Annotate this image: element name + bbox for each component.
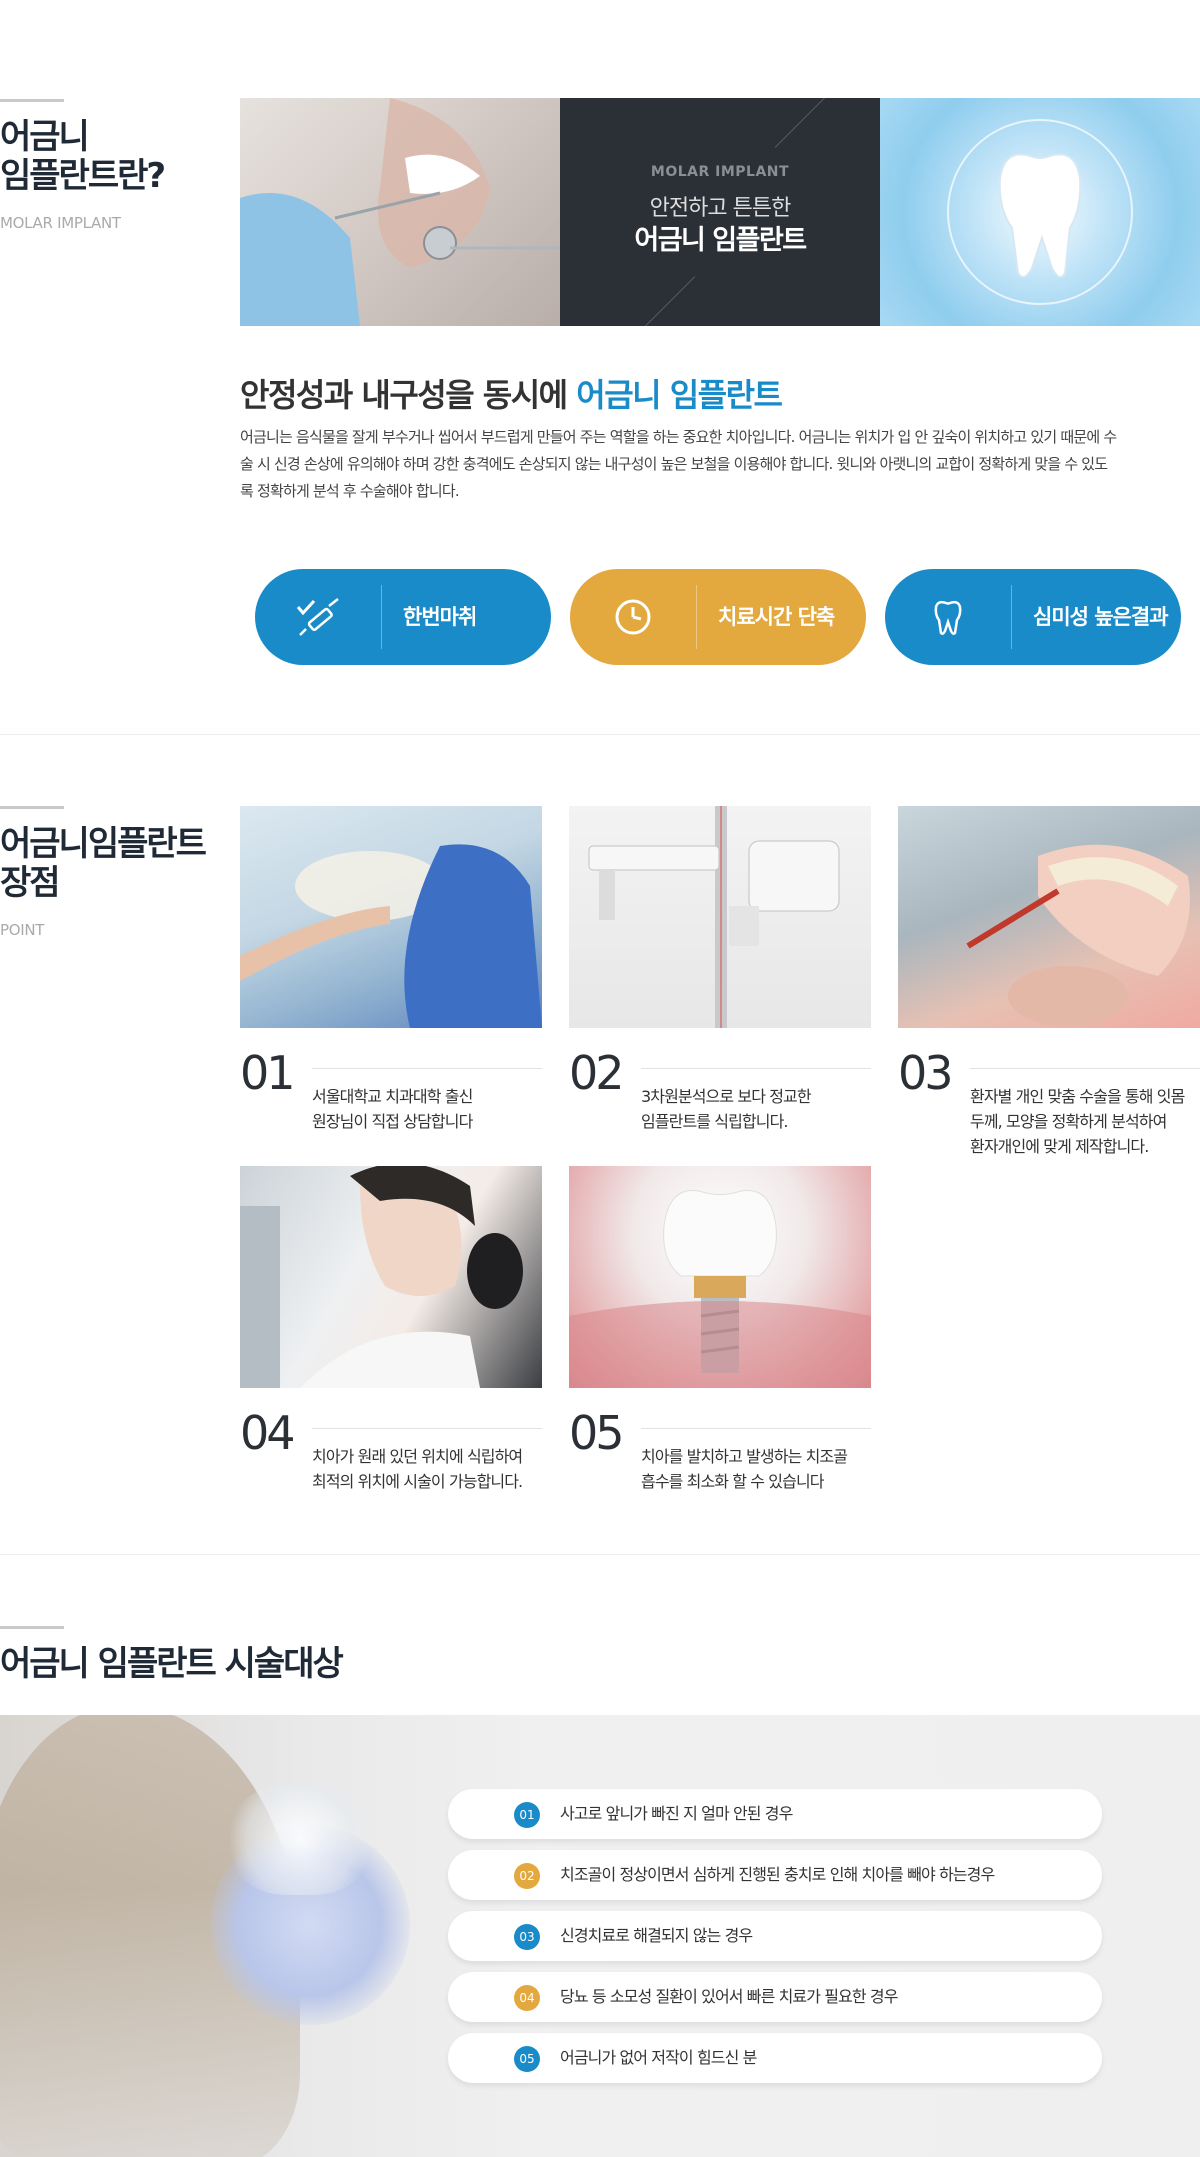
molar-implant-candidates-section: 어금니 임플란트 시술대상 01 사고로 앞니가 빠진 지 얼마 안된 경우 0… [0,1555,1200,2157]
banner-text-panel: MOLAR IMPLANT 안전하고 튼튼한 어금니 임플란트 [560,98,880,326]
molar-implant-advantages-section: 어금니임플란트 장점 POINT 01 서울대학교 치과대학 출신 원장님이 직… [0,735,1200,1555]
implant-3d-render [569,1166,871,1388]
intro-banner: MOLAR IMPLANT 안전하고 튼튼한 어금니 임플란트 [240,98,1200,326]
point-number: 02 [569,1046,625,1100]
section-title: 어금니 임플란트 시술대상 [0,1644,344,1684]
banner-line2: 어금니 임플란트 [634,225,807,256]
item-text: 당뇨 등 소모성 질환이 있어서 빠른 치료가 필요한 경우 [560,1987,898,2006]
feature-short-treatment: 치료시간 단축 [570,569,866,665]
section-subtitle: POINT [0,921,45,939]
dental-model-photo [240,806,542,1028]
tooth-illustration [880,98,1200,326]
point-number: 03 [898,1046,954,1100]
point-text: 환자별 개인 맞춤 수술을 통해 잇몸 두께, 모양을 정확하게 분석하여 환자… [970,1087,1185,1156]
intro-headline: 안정성과 내구성을 동시에 어금니 임플란트 [240,376,783,414]
point-text: 서울대학교 치과대학 출신 원장님이 직접 상담합니다 [312,1087,473,1131]
point-card: 05 치아를 발치하고 발생하는 치조골 흡수를 최소화 할 수 있습니다 [569,1166,871,1491]
candidate-item: 01 사고로 앞니가 빠진 지 얼마 안된 경우 [448,1789,1102,1839]
feature-single-anesthesia: 한번마취 [255,569,551,665]
candidate-item: 03 신경치료로 해결되지 않는 경우 [448,1911,1102,1961]
point-card: 01 서울대학교 치과대학 출신 원장님이 직접 상담합니다 [240,806,542,1131]
item-number-badge: 01 [514,1802,540,1828]
denture-craft-photo [898,806,1200,1028]
feature-label: 치료시간 단축 [718,605,835,629]
section-title: 어금니 임플란트란? [0,117,166,197]
point-text: 치아를 발치하고 발생하는 치조골 흡수를 최소화 할 수 있습니다 [641,1447,848,1491]
item-text: 어금니가 없어 저작이 힘드신 분 [560,2048,757,2067]
item-text: 신경치료로 해결되지 않는 경우 [560,1926,753,1945]
tooth-icon [885,569,1011,665]
point-card: 04 치아가 원래 있던 위치에 식립하여 최적의 위치에 시술이 가능합니다. [240,1166,542,1491]
item-number-badge: 02 [514,1863,540,1889]
point-text: 3차원분석으로 보다 정교한 임플란트를 식립합니다. [641,1087,812,1131]
title-accent-bar [0,1626,64,1629]
section-subtitle: MOLAR IMPLANT [0,214,121,232]
dentist-exam-photo [240,98,560,326]
feature-label: 심미성 높은결과 [1033,605,1169,629]
item-number-badge: 03 [514,1924,540,1950]
headline-highlight: 어금니 임플란트 [576,376,783,414]
item-text: 사고로 앞니가 빠진 지 얼마 안된 경우 [560,1804,793,1823]
item-number-badge: 04 [514,1985,540,2011]
clock-icon [570,569,696,665]
title-accent-bar [0,99,64,102]
intro-description: 어금니는 음식물을 잘게 부수거나 씹어서 부드럽게 만들어 주는 역할을 하는… [240,428,1117,500]
candidate-item: 02 치조골이 정상이면서 심하게 진행된 충치로 인해 치아를 빼야 하는경우 [448,1850,1102,1900]
title-accent-bar [0,806,64,809]
point-number: 01 [240,1046,296,1100]
point-number: 04 [240,1406,296,1460]
item-text: 치조골이 정상이면서 심하게 진행된 충치로 인해 치아를 빼야 하는경우 [560,1865,995,1884]
candidate-item: 04 당뇨 등 소모성 질환이 있어서 빠른 치료가 필요한 경우 [448,1972,1102,2022]
point-card: 03 환자별 개인 맞춤 수술을 통해 잇몸 두께, 모양을 정확하게 분석하여… [898,806,1200,1156]
candidate-item: 05 어금니가 없어 저작이 힘드신 분 [448,2033,1102,2083]
point-number: 05 [569,1406,625,1460]
molar-implant-intro-section: 어금니 임플란트란? MOLAR IMPLANT MOLAR IMPLANT 안… [0,0,1200,735]
feature-aesthetic-result: 심미성 높은결과 [885,569,1181,665]
section-title: 어금니임플란트 장점 [0,824,207,904]
feature-label: 한번마취 [403,605,477,629]
point-card: 02 3차원분석으로 보다 정교한 임플란트를 식립합니다. [569,806,871,1131]
item-number-badge: 05 [514,2046,540,2072]
banner-en-label: MOLAR IMPLANT [650,164,790,180]
syringe-icon [255,569,381,665]
patient-mirror-photo [240,1166,542,1388]
point-text: 치아가 원래 있던 위치에 식립하여 최적의 위치에 시술이 가능합니다. [312,1447,523,1491]
ct-scanner-photo [569,806,871,1028]
candidates-background-photo: 01 사고로 앞니가 빠진 지 얼마 안된 경우 02 치조골이 정상이면서 심… [0,1715,1200,2157]
